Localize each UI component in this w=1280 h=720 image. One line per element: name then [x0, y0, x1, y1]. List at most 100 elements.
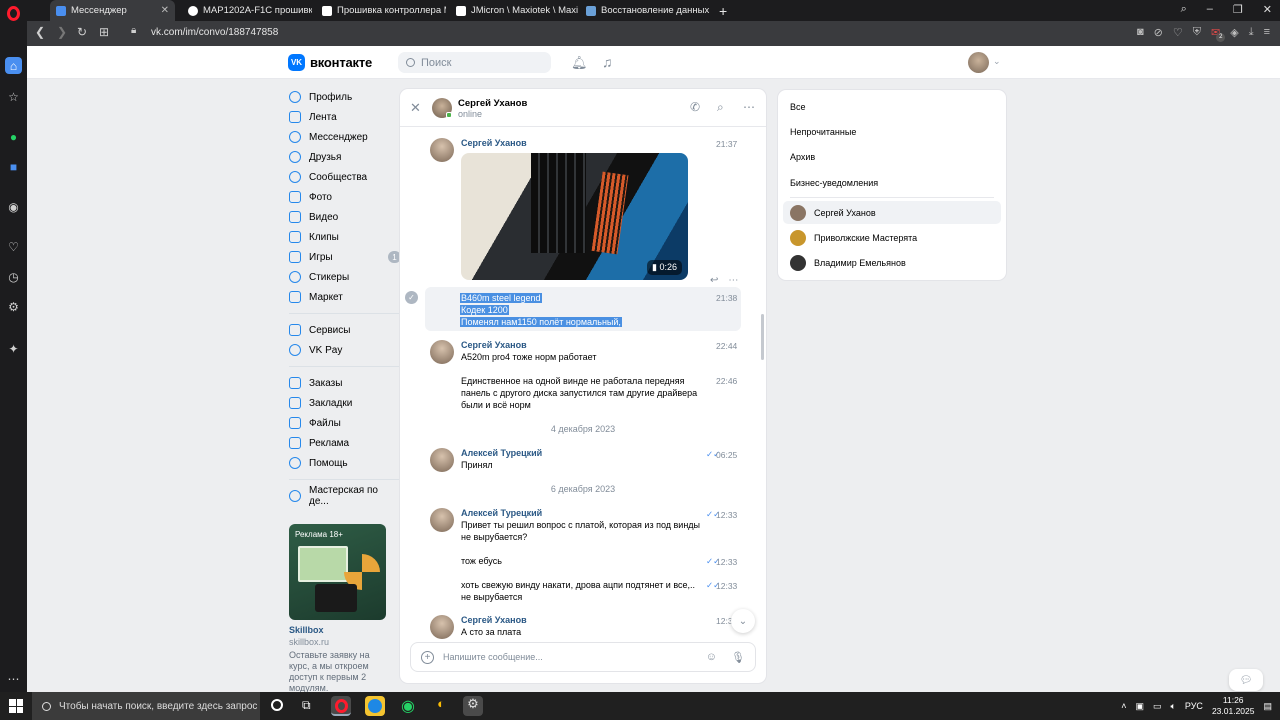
message-author[interactable]: Сергей Уханов: [461, 138, 527, 148]
url-field[interactable]: vk.com/im/convo/188747858: [151, 27, 278, 38]
scrollbar[interactable]: [761, 314, 764, 360]
filter-archive[interactable]: Архив: [790, 152, 815, 162]
menu-item-games[interactable]: Игры 1: [289, 247, 401, 267]
vk-icon[interactable]: ■: [5, 158, 22, 175]
chrome-taskbar-icon[interactable]: ◐: [431, 696, 451, 716]
app-taskbar-icon[interactable]: [365, 696, 385, 716]
menu-item-vkpay[interactable]: VK Pay: [289, 340, 399, 360]
network-icon[interactable]: ▭: [1153, 701, 1162, 712]
notifications-icon[interactable]: ▤: [1263, 701, 1272, 712]
task-view-icon[interactable]: ⧉: [302, 698, 311, 713]
close-icon[interactable]: ✕: [410, 100, 421, 116]
message-author[interactable]: Сергей Уханов: [461, 615, 527, 625]
taskbar-search[interactable]: Чтобы начать поиск, введите здесь запрос: [32, 692, 260, 720]
message-text[interactable]: Единственное на одной винде не работала …: [461, 375, 711, 411]
tab-messenger[interactable]: Мессенджер ✕: [50, 0, 175, 21]
chat-item[interactable]: Приволжские Мастерята: [783, 226, 1001, 249]
message-text[interactable]: хоть свежую винду накати, дрова ацпи под…: [461, 579, 701, 603]
message-text[interactable]: A520m pro4 тоже норм работает: [461, 351, 596, 363]
more-icon[interactable]: ⋯: [728, 275, 738, 286]
menu-item-help[interactable]: Помощь: [289, 453, 399, 473]
filter-unread[interactable]: Непрочитанные: [790, 127, 856, 137]
vpn-icon[interactable]: ⛨: [1193, 26, 1201, 39]
cube-icon[interactable]: ◈: [1230, 26, 1238, 39]
menu-item-stickers[interactable]: Стикеры: [289, 267, 399, 287]
menu-item-friends[interactable]: Друзья: [289, 147, 399, 167]
cortana-icon[interactable]: [271, 699, 283, 711]
app-tray-icon[interactable]: ▣: [1135, 701, 1144, 712]
opera-logo-icon[interactable]: [7, 6, 20, 21]
close-tab-icon[interactable]: ✕: [155, 5, 169, 16]
scroll-down-button[interactable]: ⌄: [731, 609, 755, 633]
star-icon[interactable]: ☆: [5, 88, 22, 105]
search-input[interactable]: Поиск: [398, 52, 551, 73]
chat-item[interactable]: Сергей Уханов: [783, 201, 1001, 224]
ad-image[interactable]: Реклама 18+: [289, 524, 386, 620]
back-icon[interactable]: ❮: [35, 25, 45, 39]
menu-item-files[interactable]: Файлы: [289, 413, 399, 433]
message-author[interactable]: Алексей Турецкий: [461, 508, 542, 518]
message-text[interactable]: Принял: [461, 459, 493, 471]
windows-start-icon[interactable]: [9, 699, 23, 713]
avatar[interactable]: [968, 52, 989, 73]
clock[interactable]: 11:26 23.01.2025: [1212, 695, 1255, 717]
volume-icon[interactable]: 🔈︎: [1171, 701, 1176, 712]
ad-domain[interactable]: skillbox.ru: [289, 637, 386, 647]
tabs-grid-icon[interactable]: ⊞: [99, 25, 109, 39]
more-icon[interactable]: ⋯: [743, 100, 755, 114]
menu-icon[interactable]: ≡: [1264, 26, 1270, 39]
emoji-icon[interactable]: ☺: [706, 651, 717, 664]
whatsapp-icon[interactable]: ●: [5, 128, 22, 145]
chevron-down-icon[interactable]: ⌄: [993, 56, 1001, 67]
music-icon[interactable]: ♫: [602, 54, 613, 70]
menu-item-video[interactable]: Видео: [289, 207, 399, 227]
heart-icon[interactable]: ♡: [5, 238, 22, 255]
history-icon[interactable]: ◷: [5, 268, 22, 285]
home-icon[interactable]: ⌂: [5, 57, 22, 74]
lightbulb-icon[interactable]: ✦: [5, 340, 22, 357]
menu-item-communities[interactable]: Сообщества: [289, 167, 399, 187]
reply-icon[interactable]: ↩: [710, 275, 718, 286]
menu-item-services[interactable]: Сервисы: [289, 320, 399, 340]
vk-logo-icon[interactable]: VK: [288, 54, 305, 71]
menu-item-ads[interactable]: Реклама: [289, 433, 399, 453]
menu-item-orders[interactable]: Заказы: [289, 373, 399, 393]
menu-item-photo[interactable]: Фото: [289, 187, 399, 207]
block-icon[interactable]: ⊘: [1154, 26, 1163, 39]
settings-taskbar-icon[interactable]: ⚙: [463, 696, 483, 716]
tab-map1202[interactable]: MAP1202A-F1C прошивка ✕: [182, 0, 312, 21]
menu-item-clips[interactable]: Клипы: [289, 227, 399, 247]
whatsapp-taskbar-icon[interactable]: ◉: [398, 696, 418, 716]
menu-item-profile[interactable]: Профиль: [289, 87, 399, 107]
bell-icon[interactable]: 🔔︎: [571, 55, 588, 71]
avatar[interactable]: [430, 508, 454, 532]
menu-item-market[interactable]: Маркет: [289, 287, 399, 307]
menu-item-bookmarks[interactable]: Закладки: [289, 393, 399, 413]
minimize-icon[interactable]: –: [1207, 3, 1213, 16]
tab-recovery[interactable]: Восстановление данных с ✕: [580, 0, 710, 21]
menu-item-workshop[interactable]: Мастерская по де...: [289, 485, 399, 507]
message-author[interactable]: Алексей Турецкий: [461, 448, 542, 458]
phone-icon[interactable]: ✆: [690, 100, 700, 114]
avatar[interactable]: [430, 448, 454, 472]
close-window-icon[interactable]: ✕: [1263, 3, 1272, 16]
vk-brand-name[interactable]: вконтакте: [310, 55, 372, 70]
ad-title[interactable]: Skillbox: [289, 625, 386, 635]
video-attachment[interactable]: ▮ 0:26: [461, 153, 688, 280]
check-icon[interactable]: ✓: [405, 291, 418, 304]
tab-firmware[interactable]: Прошивка контроллера M ✕: [316, 0, 446, 21]
microphone-icon[interactable]: 🎙︎: [731, 651, 745, 664]
filter-all[interactable]: Все: [790, 102, 806, 112]
ad-block[interactable]: Реклама 18+ Skillbox skillbox.ru Оставьт…: [289, 524, 386, 694]
more-icon[interactable]: ⋯: [5, 670, 22, 687]
forward-icon[interactable]: ❯: [57, 25, 67, 39]
message-input[interactable]: + Напишите сообщение... ☺ 🎙︎: [410, 642, 756, 672]
message-author[interactable]: Сергей Уханов: [461, 340, 527, 350]
opera-taskbar-icon[interactable]: [331, 696, 351, 716]
heart-icon[interactable]: ♡: [1173, 26, 1183, 39]
message-text[interactable]: Привет ты решил вопрос с платой, которая…: [461, 519, 701, 543]
menu-item-messenger[interactable]: Мессенджер: [289, 127, 399, 147]
maximize-icon[interactable]: ❐: [1233, 3, 1243, 16]
settings-icon[interactable]: ⚙: [5, 298, 22, 315]
avatar[interactable]: [430, 340, 454, 364]
